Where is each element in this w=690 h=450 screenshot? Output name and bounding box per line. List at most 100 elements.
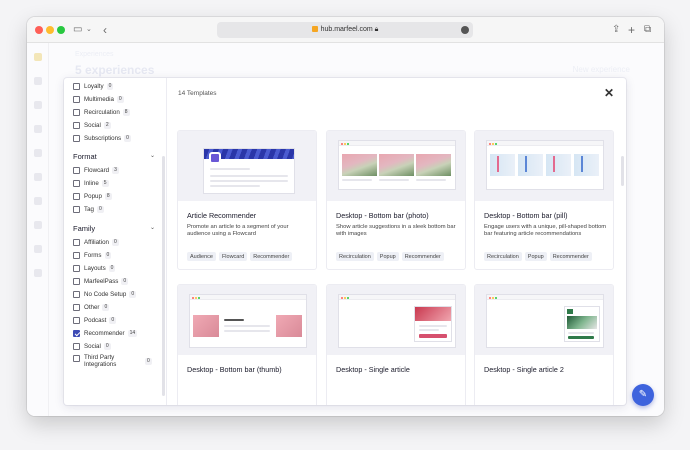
filter-label: Popup [84, 192, 102, 200]
filter-count: 0 [116, 95, 124, 103]
tabs-icon[interactable]: ⧉ [644, 23, 651, 37]
filter-label: Flowcard [84, 166, 110, 174]
lock-icon: 🔒︎ [374, 26, 379, 33]
checkbox[interactable] [73, 82, 80, 90]
filter-loyalty[interactable]: Loyalty 0 [73, 81, 114, 91]
filter-recommender[interactable]: Recommender 14 [73, 328, 138, 338]
template-card[interactable]: Article Recommender Promote an article t… [177, 130, 317, 270]
filter-other[interactable]: Other 0 [73, 302, 110, 312]
filter-no-code-setup[interactable]: No Code Setup 0 [73, 289, 137, 299]
filter-count: 0 [106, 82, 114, 90]
mock-line [224, 330, 270, 332]
filter-popup[interactable]: Popup 8 [73, 191, 112, 201]
filter-label: Other [84, 303, 100, 311]
checkbox[interactable] [73, 108, 80, 116]
template-card[interactable]: Desktop - Single article [326, 284, 466, 405]
checkbox-checked[interactable] [73, 329, 80, 337]
filter-third-party-integrations[interactable]: Third Party Integrations 0 [73, 354, 152, 370]
sidebar-icon[interactable]: ▭ [73, 23, 82, 37]
filter-inline[interactable]: Inline 5 [73, 178, 109, 188]
maximize-window-button[interactable] [57, 26, 65, 34]
checkbox[interactable] [73, 355, 80, 362]
filter-marfeelpass[interactable]: MarfeelPass 0 [73, 276, 129, 286]
filter-recirculation[interactable]: Recirculation 8 [73, 107, 130, 117]
template-card[interactable]: Desktop - Bottom bar (pill) Engage users… [474, 130, 614, 270]
mock-browser-bar [339, 141, 455, 146]
filter-label: Subscriptions [84, 134, 122, 142]
address-bar[interactable]: hub.marfeel.com 🔒︎ [217, 22, 473, 38]
tag: Flowcard [218, 252, 248, 261]
mock-line [210, 168, 250, 170]
filter-count: 0 [103, 342, 111, 350]
checkbox[interactable] [73, 192, 80, 200]
template-card[interactable]: Desktop - Bottom bar (photo) Show articl… [326, 130, 466, 270]
chat-help-button[interactable]: ✎ [632, 384, 654, 406]
share-icon[interactable]: ⇪ [612, 23, 620, 37]
desktop-mock [190, 295, 306, 347]
filter-podcast[interactable]: Podcast 0 [73, 315, 117, 325]
mock-line [210, 185, 260, 187]
filter-social-family[interactable]: Social 0 [73, 341, 111, 351]
filter-forms[interactable]: Forms 0 [73, 250, 112, 260]
filter-count: 0 [121, 277, 129, 285]
checkbox[interactable] [73, 238, 80, 246]
mock-browser-bar [487, 141, 603, 146]
format-group-header[interactable]: Format ⌄ [73, 152, 155, 161]
templates-panel: 14 Templates ✕ Article Recommender Promo… [168, 78, 626, 405]
filter-label: Third Party Integrations [84, 354, 117, 368]
nav-icon [34, 77, 42, 85]
filter-social[interactable]: Social 2 [73, 120, 111, 130]
filter-tag[interactable]: Tag 0 [73, 204, 104, 214]
checkbox[interactable] [73, 303, 80, 311]
mock-image [490, 154, 515, 176]
checkbox[interactable] [73, 166, 80, 174]
filter-flowcard[interactable]: Flowcard 3 [73, 165, 119, 175]
template-title: Desktop - Bottom bar (thumb) [187, 365, 282, 374]
mock-line [342, 179, 372, 181]
logo-icon [34, 53, 42, 61]
checkbox[interactable] [73, 121, 80, 129]
family-group-header[interactable]: Family ⌄ [73, 224, 155, 233]
mock-line [224, 319, 244, 321]
checkbox[interactable] [73, 179, 80, 187]
mock-image [416, 154, 451, 176]
checkbox[interactable] [73, 316, 80, 324]
template-preview [475, 131, 613, 201]
minimize-window-button[interactable] [46, 26, 54, 34]
filter-layouts[interactable]: Layouts 0 [73, 263, 116, 273]
close-window-button[interactable] [35, 26, 43, 34]
filter-multimedia[interactable]: Multimedia 0 [73, 94, 124, 104]
checkbox[interactable] [73, 95, 80, 103]
checkbox[interactable] [73, 134, 80, 142]
close-icon[interactable]: ✕ [604, 87, 614, 99]
templates-scrollbar[interactable] [621, 156, 624, 186]
chevron-down-icon[interactable]: ⌄ [86, 23, 92, 37]
filter-count: 0 [102, 303, 110, 311]
chevron-left-icon[interactable]: ‹ [103, 23, 107, 37]
plus-icon[interactable]: + [628, 23, 635, 37]
tag: Recirculation [484, 252, 522, 261]
filter-affiliation[interactable]: Affiliation 0 [73, 237, 119, 247]
checkbox[interactable] [73, 342, 80, 350]
filter-label: Recommender [84, 329, 125, 337]
template-card[interactable]: Desktop - Single article 2 [474, 284, 614, 405]
filter-subscriptions[interactable]: Subscriptions 0 [73, 133, 131, 143]
mock-browser-bar [339, 295, 455, 300]
checkbox[interactable] [73, 251, 80, 259]
mock-image [193, 315, 219, 337]
filter-count: 8 [122, 108, 130, 116]
tag: Recirculation [336, 252, 374, 261]
sidebar-scrollbar[interactable] [162, 156, 165, 396]
checkbox[interactable] [73, 277, 80, 285]
checkbox[interactable] [73, 264, 80, 272]
desktop-mock [339, 141, 455, 189]
mock-image [276, 315, 302, 337]
chevron-down-icon: ⌄ [149, 153, 155, 159]
reader-icon[interactable] [461, 26, 469, 34]
checkbox[interactable] [73, 290, 80, 298]
desktop-mock [339, 295, 455, 347]
template-card[interactable]: Desktop - Bottom bar (thumb) [177, 284, 317, 405]
checkbox[interactable] [73, 205, 80, 213]
url-text: hub.marfeel.com [320, 26, 373, 33]
mock-line [224, 325, 270, 327]
